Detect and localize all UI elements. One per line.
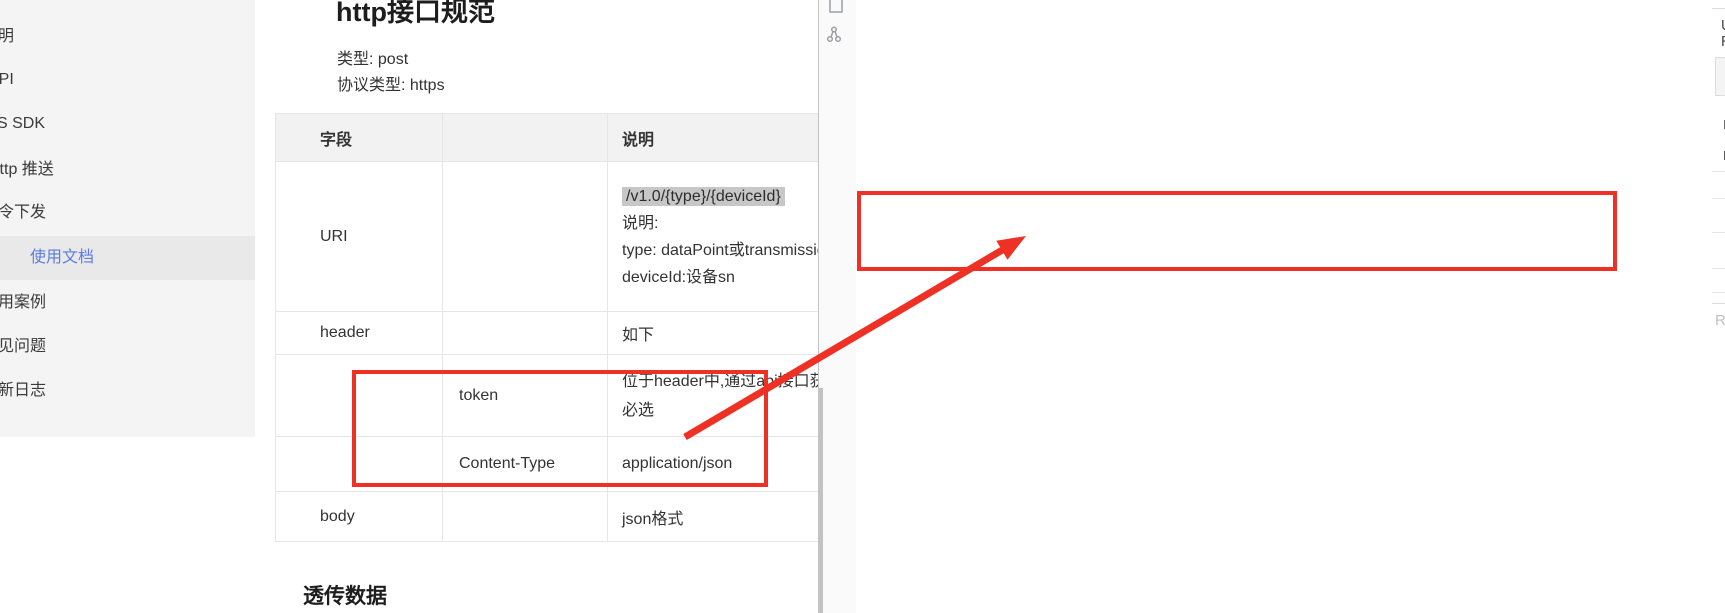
doc-sidebar: 说明 API JS SDK Http 推送 命令下发 使用文档 使用案例 常见问…: [0, 0, 255, 437]
sidebar-item-usage-doc[interactable]: 使用文档: [0, 236, 255, 280]
table-header-row: 字段 说明: [276, 114, 819, 162]
uri-desc-2: type: dataPoint或transmission(: [622, 237, 818, 264]
table-row: body json格式: [276, 492, 819, 542]
response-divider[interactable]: [1712, 303, 1725, 304]
grid-line: [1712, 292, 1725, 293]
header-desc: 如下: [608, 312, 819, 355]
field-body: body: [276, 492, 443, 542]
request-title: Untitled Request: [1721, 18, 1725, 50]
uri-desc-3: deviceId:设备sn: [622, 264, 818, 291]
field-uri: URI: [276, 162, 443, 312]
uri-desc-1: 说明:: [622, 210, 818, 237]
doc-meta-protocol: 协议类型: https: [337, 71, 445, 95]
grid-line: [1712, 171, 1725, 172]
sidebar-item-faq[interactable]: 常见问题: [0, 325, 255, 369]
sidebar-item-shuoming[interactable]: 说明: [0, 15, 255, 59]
doc-pane: 说明 API JS SDK Http 推送 命令下发 使用文档 使用案例 常见问…: [0, 0, 818, 613]
sidebar-item-js-sdk[interactable]: JS SDK: [0, 102, 255, 146]
body-desc: json格式: [608, 492, 819, 542]
postman-tab-bar[interactable]: [1712, 0, 1725, 9]
sidebar-item-mingling[interactable]: 命令下发: [0, 191, 255, 235]
sidebar-item-http-push[interactable]: Http 推送: [0, 148, 255, 192]
grid-line: [1712, 198, 1725, 199]
doc-meta-type: 类型: post: [337, 45, 408, 69]
pane-divider-rail: [818, 0, 857, 613]
scrollbar-thumb[interactable]: [819, 388, 823, 613]
sidebar-item-api[interactable]: API: [0, 58, 255, 102]
grid-line: [1712, 232, 1725, 233]
table-row: header 如下: [276, 312, 819, 355]
section-heading: 透传数据: [303, 580, 387, 610]
sidebar-item-changelog[interactable]: 更新日志: [0, 369, 255, 413]
url-bar: POST ▾ https://openhttp.usr.cn:8001/v1.0…: [1715, 57, 1725, 96]
annotation-box-postman-headers: [857, 191, 1617, 271]
network-icon[interactable]: [826, 26, 846, 49]
postman-pane: Untitled Request POST ▾ https://openhttp…: [856, 0, 1725, 613]
table-row: URI /v1.0/{type}/{deviceId} 说明: type: da…: [276, 162, 819, 312]
page-title: http接口规范: [336, 0, 495, 29]
response-section-label: Response: [1715, 312, 1725, 329]
grid-line: [1712, 268, 1725, 269]
col-header-desc: 说明: [608, 114, 819, 162]
field-header: header: [276, 312, 443, 355]
sidebar-item-cases[interactable]: 使用案例: [0, 281, 255, 325]
method-dropdown[interactable]: POST ▾: [1716, 58, 1725, 95]
document-icon[interactable]: [826, 0, 846, 18]
col-header-field: 字段: [276, 114, 443, 162]
annotation-box-doc-headers: [352, 370, 768, 487]
uri-code-chip: /v1.0/{type}/{deviceId}: [622, 187, 785, 206]
screen: 说明 API JS SDK Http 推送 命令下发 使用文档 使用案例 常见问…: [0, 0, 1725, 613]
